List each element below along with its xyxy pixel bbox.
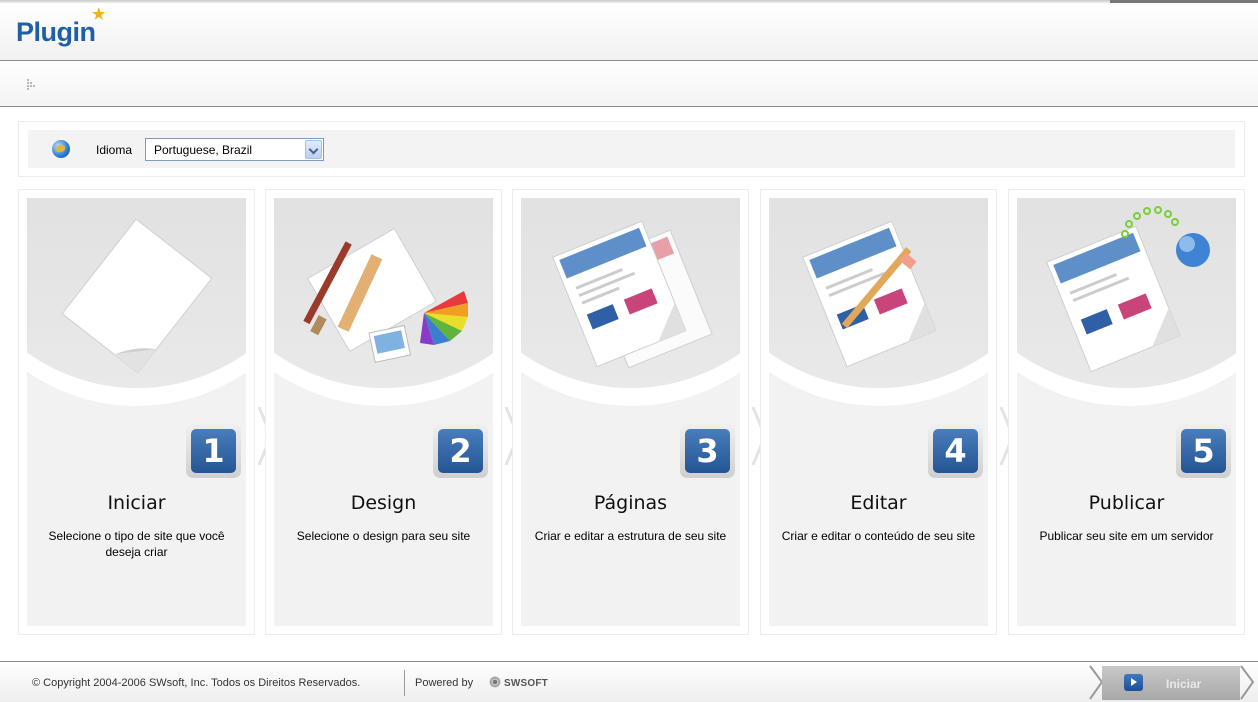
publish-globe-icon	[1046, 206, 1210, 373]
swsoft-mark-icon	[489, 676, 501, 688]
step-card-iniciar[interactable]: 1 Iniciar Selecione o tipo de site que v…	[18, 189, 255, 635]
step-number-badge: 5	[1176, 424, 1231, 478]
toolbar	[0, 62, 1258, 107]
start-button-label: Iniciar	[1166, 677, 1202, 691]
step-title: Publicar	[1088, 492, 1165, 514]
step-number-badge: 4	[928, 424, 983, 478]
step-card-paginas[interactable]: 3 Páginas Criar e editar a estrutura de …	[512, 189, 749, 635]
step-title: Iniciar	[107, 492, 166, 514]
play-icon	[1124, 674, 1143, 691]
step-title: Páginas	[593, 492, 668, 514]
language-select-value: Portuguese, Brazil	[154, 143, 253, 157]
blank-page-icon	[61, 218, 213, 374]
swsoft-logo[interactable]: SWSOFT	[489, 676, 548, 689]
step-description: Publicar seu site em um servidor	[1039, 529, 1214, 543]
step-description: Selecione o tipo de site que você deseja…	[48, 529, 225, 559]
step-number-badge: 1	[186, 424, 241, 478]
step-title: Design	[350, 492, 417, 514]
toolbar-grip-icon[interactable]	[27, 79, 36, 92]
powered-by-text: Powered by	[415, 677, 474, 689]
step-card-design[interactable]: 2 Design Selecione o design para seu sit…	[265, 189, 502, 635]
step-number-badge: 2	[433, 424, 488, 478]
pages-icon	[552, 220, 713, 369]
design-tools-icon	[303, 227, 468, 363]
plugin-wizard-page: Plugin ★ Idioma Portuguese, Brazil 1 Ini…	[0, 0, 1258, 702]
step-number-badge: 3	[680, 424, 735, 478]
globe-icon	[52, 140, 70, 158]
start-button[interactable]: Iniciar	[1088, 664, 1256, 701]
edit-page-icon	[802, 220, 937, 368]
copyright-text: © Copyright 2004-2006 SWsoft, Inc. Todos…	[32, 677, 361, 689]
language-label: Idioma	[96, 143, 133, 157]
header-bar: Plugin ★	[0, 3, 1258, 61]
step-description: Criar e editar o conteúdo de seu site	[781, 529, 976, 543]
step-title: Editar	[850, 492, 907, 514]
language-select[interactable]: Portuguese, Brazil	[145, 138, 324, 161]
step-description: Selecione o design para seu site	[296, 529, 471, 543]
footer-divider	[404, 670, 405, 696]
logo-star-icon: ★	[92, 6, 105, 23]
footer-bar: © Copyright 2004-2006 SWsoft, Inc. Todos…	[0, 661, 1258, 702]
logo-text-main: Plug	[16, 17, 73, 47]
plugin-logo: Plugin ★	[16, 6, 105, 48]
step-card-editar[interactable]: 4 Editar Criar e editar o conteúdo de se…	[760, 189, 997, 635]
chevron-down-icon[interactable]	[305, 140, 322, 159]
step-description: Criar e editar a estrutura de seu site	[534, 529, 727, 543]
language-panel: Idioma Portuguese, Brazil	[18, 121, 1245, 177]
step-card-publicar[interactable]: 5 Publicar Publicar seu site em um servi…	[1008, 189, 1245, 635]
